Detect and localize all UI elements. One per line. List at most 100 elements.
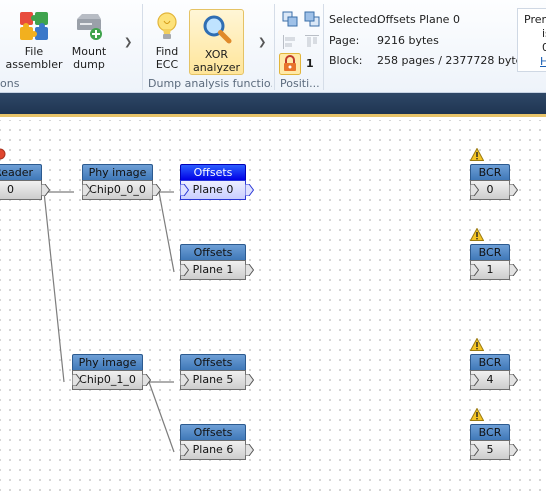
magnifier-icon: [203, 15, 231, 44]
node-header: Offsets: [180, 354, 246, 370]
node-body: 4: [470, 370, 518, 390]
node-value: 5: [486, 443, 494, 456]
output-port-icon[interactable]: [142, 374, 151, 386]
group-label-left: ons: [0, 77, 20, 90]
chevron-right-icon[interactable]: ❯: [124, 37, 132, 48]
warning-icon: [470, 338, 484, 351]
input-port-icon[interactable]: [180, 264, 189, 276]
output-port-icon[interactable]: [245, 444, 254, 456]
wire-reader-to-phy2: [43, 191, 65, 383]
node-header: BCR: [470, 354, 510, 370]
output-port-icon[interactable]: [245, 264, 254, 276]
xor-analyzer-button[interactable]: XOR analyzer: [189, 9, 244, 75]
align-left-icon[interactable]: [282, 34, 298, 50]
node-body: Plane 0: [180, 180, 254, 200]
graph-canvas[interactable]: Reader 0 Phy image Chip0_0_0 Offsets Pla…: [0, 120, 546, 493]
node-header: Phy image: [72, 354, 143, 370]
output-port-icon[interactable]: [245, 374, 254, 386]
mount-drive-icon: [77, 14, 102, 40]
node-body: 0: [470, 180, 518, 200]
input-port-icon[interactable]: [180, 374, 189, 386]
node-header: Offsets: [180, 164, 246, 180]
input-port-icon[interactable]: [180, 184, 189, 196]
node-bcr-0[interactable]: BCR 0: [470, 164, 518, 200]
node-offsets-plane-1[interactable]: Offsets Plane 1: [180, 244, 254, 280]
input-port-icon[interactable]: [72, 374, 81, 386]
app-window: File assembler Mount dump ❯ Find ECC XOR…: [0, 0, 546, 493]
xor-analyzer-label: XOR analyzer: [192, 48, 241, 74]
output-port-icon[interactable]: [509, 264, 518, 276]
warning-icon: [470, 408, 484, 421]
node-body: 5: [470, 440, 518, 460]
output-port-icon[interactable]: [152, 184, 161, 196]
node-phy-image-chip0-1-0[interactable]: Phy image Chip0_1_0: [72, 354, 151, 390]
warning-icon: [470, 148, 484, 161]
error-indicator-icon: [0, 148, 6, 160]
node-offsets-plane-5[interactable]: Offsets Plane 5: [180, 354, 254, 390]
node-value: 0: [7, 183, 14, 196]
premium-link[interactable]: H: [524, 55, 546, 69]
output-port-icon[interactable]: [509, 444, 518, 456]
node-value: Chip0_1_0: [79, 373, 136, 386]
lock-position-icon[interactable]: [279, 53, 301, 75]
lightbulb-icon: [157, 12, 177, 39]
send-to-back-icon[interactable]: [304, 11, 320, 27]
output-port-icon[interactable]: [41, 184, 50, 196]
node-value: Plane 5: [192, 373, 234, 386]
input-port-icon[interactable]: [470, 184, 479, 196]
node-reader[interactable]: Reader 0: [0, 164, 50, 200]
output-port-icon[interactable]: [509, 184, 518, 196]
file-assembler-button[interactable]: File assembler: [2, 10, 66, 71]
node-body: 1: [470, 260, 518, 280]
input-port-icon[interactable]: [82, 184, 91, 196]
mount-dump-button[interactable]: Mount dump: [66, 10, 112, 71]
node-header: BCR: [470, 244, 510, 260]
node-bcr-4[interactable]: BCR 4: [470, 354, 518, 390]
node-header: Reader: [0, 164, 42, 180]
group-separator: [274, 4, 275, 90]
premium-line-1: Prem: [524, 13, 546, 26]
page-number-value: 1: [306, 57, 314, 70]
page-size-label: Page:: [329, 34, 360, 47]
group-label-position: Positi...: [280, 77, 320, 90]
puzzle-icon: [20, 12, 48, 40]
bring-to-front-icon[interactable]: [282, 11, 298, 27]
group-label-dump-analysis: Dump analysis functio...: [148, 77, 272, 90]
node-value: Plane 6: [192, 443, 234, 456]
align-top-icon[interactable]: [304, 34, 320, 50]
node-body: Chip0_1_0: [72, 370, 151, 390]
node-phy-image-chip0-0-0[interactable]: Phy image Chip0_0_0: [82, 164, 161, 200]
input-port-icon[interactable]: [470, 374, 479, 386]
node-value: 1: [486, 263, 494, 276]
mount-dump-label: Mount dump: [71, 45, 107, 71]
node-offsets-plane-6[interactable]: Offsets Plane 6: [180, 424, 254, 460]
node-header: Offsets: [180, 424, 246, 440]
file-assembler-label: File assembler: [5, 45, 63, 71]
output-port-icon[interactable]: [245, 184, 254, 196]
document-tab-strip: [0, 93, 546, 117]
node-offsets-plane-0[interactable]: Offsets Plane 0: [180, 164, 254, 200]
warning-icon: [470, 228, 484, 241]
node-header: Offsets: [180, 244, 246, 260]
node-bcr-1[interactable]: BCR 1: [470, 244, 518, 280]
node-value: Plane 0: [192, 183, 234, 196]
input-port-icon[interactable]: [180, 444, 189, 456]
node-body: 0: [0, 180, 50, 200]
find-ecc-button[interactable]: Find ECC: [147, 10, 187, 71]
block-size-label: Block:: [329, 54, 363, 67]
selected-label: Selected:: [329, 13, 381, 26]
chevron-right-icon[interactable]: ❯: [258, 37, 266, 48]
premium-line-2: is: [542, 27, 546, 40]
premium-panel: Prem is 0 H: [517, 8, 546, 72]
input-port-icon[interactable]: [470, 444, 479, 456]
group-separator: [323, 4, 324, 90]
input-port-icon[interactable]: [470, 264, 479, 276]
node-value: 0: [486, 183, 494, 196]
wire-phy1-to-plane1: [158, 191, 175, 273]
output-port-icon[interactable]: [509, 374, 518, 386]
node-header: BCR: [470, 164, 510, 180]
node-value: 4: [486, 373, 494, 386]
find-ecc-label: Find ECC: [155, 45, 179, 71]
node-body: Chip0_0_0: [82, 180, 161, 200]
node-bcr-5[interactable]: BCR 5: [470, 424, 518, 460]
